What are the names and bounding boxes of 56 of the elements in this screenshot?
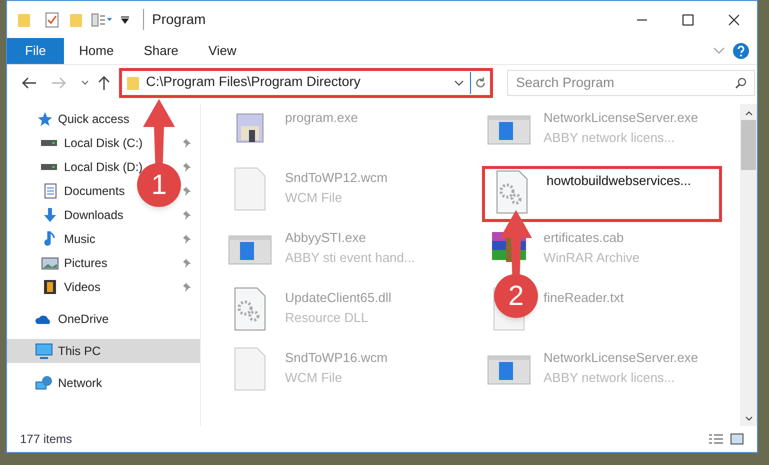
item-count: 177 items (20, 431, 72, 448)
details-view-icon[interactable] (708, 433, 724, 445)
address-bar[interactable]: C:\Program Files\Program Directory (119, 68, 493, 98)
folder-icon (126, 74, 140, 90)
pin-icon[interactable] (182, 162, 192, 172)
file-tab[interactable]: File (7, 38, 64, 64)
sidebar-item[interactable]: Music (64, 230, 96, 248)
search-field[interactable]: Search Program (507, 70, 755, 96)
ribbon-tab[interactable]: Home (64, 38, 129, 64)
checklist-icon[interactable] (45, 12, 59, 28)
down-arrow-icon (41, 207, 59, 223)
properties-icon[interactable] (91, 12, 113, 26)
pin-icon[interactable] (182, 282, 192, 292)
chevron-down-icon[interactable] (454, 78, 464, 86)
pin-icon[interactable] (182, 186, 192, 196)
drive-icon (41, 140, 57, 146)
sidebar-item[interactable]: OneDrive (58, 310, 109, 328)
scrollbar[interactable] (740, 104, 757, 426)
ribbon-tab[interactable]: Share (128, 38, 194, 64)
back-arrow-icon[interactable] (21, 76, 37, 90)
monitor-icon (35, 343, 53, 359)
drive-icon (41, 164, 57, 170)
sidebar-item[interactable]: Pictures (64, 254, 108, 272)
file-type: WCM File (285, 188, 344, 206)
address-path: C:\Program Files\Program Directory (146, 73, 362, 92)
pin-icon[interactable] (182, 258, 192, 268)
scroll-thumb[interactable] (741, 120, 756, 170)
file-type: ABBY network licens... (544, 368, 676, 386)
search-icon (735, 76, 747, 88)
sidebar-item[interactable]: This PC (7, 339, 200, 363)
sidebar-item[interactable]: Quick access (58, 110, 130, 128)
sidebar-item[interactable]: Network (58, 374, 102, 392)
network-icon (35, 375, 53, 391)
file-type: Resource DLL (285, 308, 370, 326)
picture-icon (41, 255, 59, 271)
file-type: ABBY sti event hand... (285, 248, 415, 266)
folder-icon (17, 12, 31, 28)
sidebar-item[interactable]: Documents (64, 182, 125, 200)
dropdown-caret-icon[interactable] (121, 16, 129, 24)
file-name[interactable]: howtobuildwebservices... (546, 171, 692, 190)
help-icon[interactable] (733, 43, 749, 59)
ribbon-tab[interactable]: View (193, 38, 252, 64)
pin-icon[interactable] (182, 138, 192, 148)
up-arrow-icon[interactable] (97, 74, 111, 90)
sidebar-item[interactable]: Downloads (64, 206, 124, 224)
pin-icon[interactable] (182, 234, 192, 244)
file-type: WinRAR Archive (544, 248, 640, 266)
chevron-down-icon[interactable] (81, 80, 89, 86)
thumbnail-view-icon[interactable] (730, 433, 744, 445)
sidebar-item[interactable]: Local Disk (C:) (64, 134, 143, 152)
file-type: ABBY network licens... (544, 128, 676, 146)
file-type: WCM File (285, 368, 344, 386)
pin-icon[interactable] (182, 210, 192, 220)
window-title: Program (143, 9, 206, 30)
film-icon (41, 279, 59, 295)
sidebar-item[interactable]: Videos (64, 278, 100, 296)
